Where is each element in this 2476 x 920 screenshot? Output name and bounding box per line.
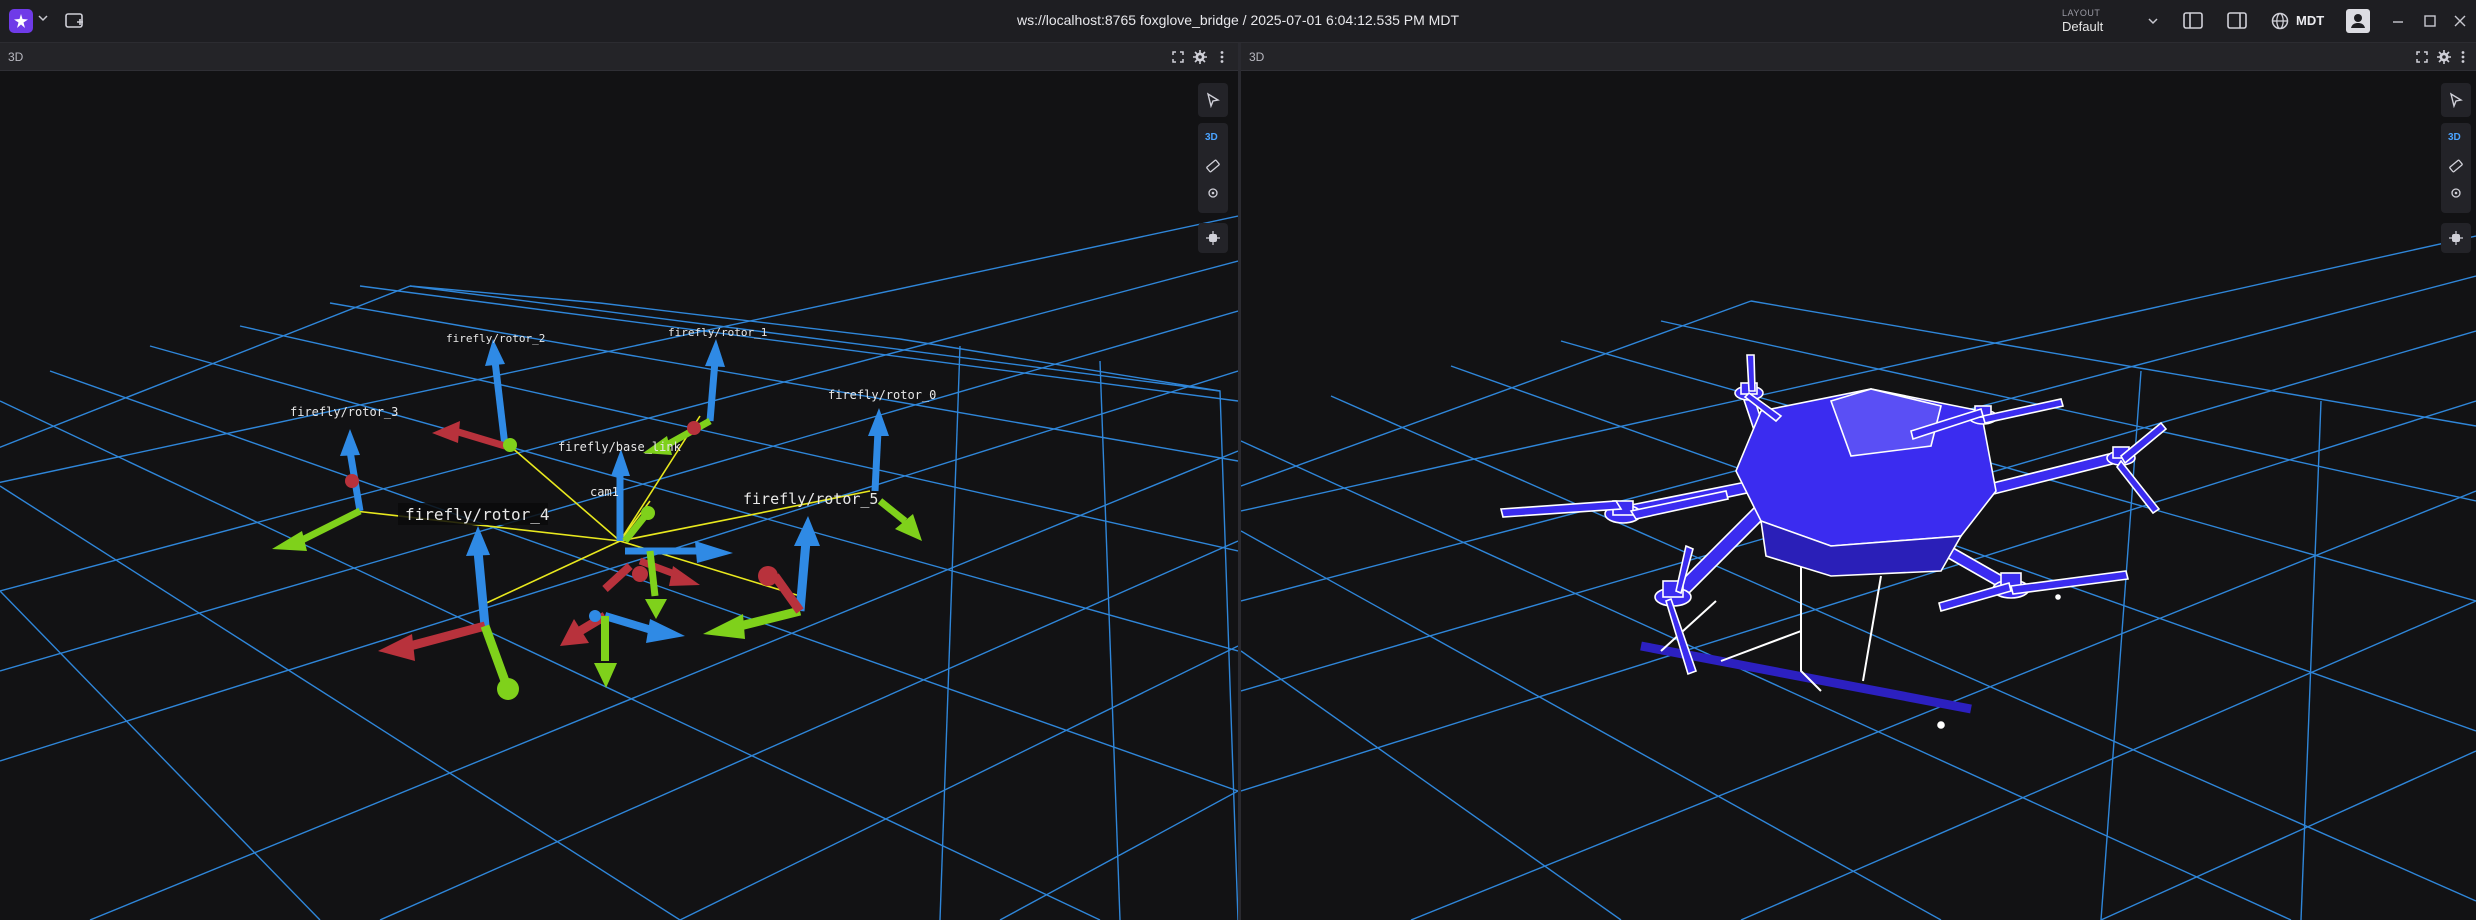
publish-point-icon[interactable]: [2449, 186, 2463, 200]
select-cursor-icon[interactable]: [2448, 92, 2464, 108]
tf-frame-rotor-0[interactable]: [868, 408, 922, 541]
left-sidebar-icon[interactable]: [2182, 10, 2204, 32]
close-icon[interactable]: [2450, 11, 2470, 31]
right-sidebar-icon[interactable]: [2226, 10, 2248, 32]
layout-label: LAYOUT: [2062, 8, 2101, 18]
minimize-icon[interactable]: [2388, 11, 2408, 31]
settings-icon[interactable]: [2436, 49, 2452, 65]
add-panel-icon[interactable]: [64, 10, 86, 32]
ruler-icon[interactable]: [1205, 158, 1221, 174]
user-avatar[interactable]: [2346, 9, 2370, 33]
view-mode-toggle[interactable]: 3D: [2448, 132, 2461, 143]
ground-grid: [1241, 235, 2476, 920]
camera-tools: [2441, 223, 2471, 253]
ruler-icon[interactable]: [2448, 158, 2464, 174]
fullscreen-icon[interactable]: [2414, 49, 2430, 65]
frame-label-rotor-0: firefly/rotor_0: [828, 388, 936, 402]
frame-label-rotor-4: firefly/rotor_4: [405, 505, 550, 524]
tf-frame-cam1[interactable]: [560, 610, 685, 688]
frame-label-cam1: cam1: [590, 485, 619, 499]
tf-frame-rotor-3[interactable]: [272, 429, 364, 551]
layout-chevron-down-icon[interactable]: [2148, 16, 2158, 26]
tf-frame-rotor-1[interactable]: [643, 339, 725, 455]
panel-title[interactable]: 3D: [8, 50, 23, 64]
app-menu-chevron-icon[interactable]: [38, 13, 48, 23]
app-toolbar: ws://localhost:8765 foxglove_bridge / 20…: [0, 0, 2476, 43]
3d-viewport[interactable]: [1241, 71, 2476, 920]
more-icon[interactable]: [2455, 49, 2471, 65]
publish-point-icon[interactable]: [1206, 186, 1220, 200]
frame-label-rotor-2: firefly/rotor_2: [446, 332, 545, 345]
interaction-tools: [2441, 83, 2471, 117]
user-icon: [2351, 14, 2365, 28]
app-logo-icon[interactable]: [9, 9, 33, 33]
tf-frame-rotor-2[interactable]: [432, 339, 517, 452]
view-mode-toggle[interactable]: 3D: [1205, 132, 1218, 143]
camera-tools: [1198, 223, 1228, 253]
panel-header: 3D: [0, 43, 1238, 71]
frame-label-rotor-5: firefly/rotor_5: [743, 490, 878, 508]
panel-title[interactable]: 3D: [1249, 50, 1264, 64]
view-tools: 3D: [1198, 123, 1228, 213]
panel-header: 3D: [1241, 43, 2476, 71]
select-cursor-icon[interactable]: [1205, 92, 1221, 108]
follow-camera-icon[interactable]: [2447, 230, 2465, 246]
follow-camera-icon[interactable]: [1204, 230, 1222, 246]
frame-label-rotor-3: firefly/rotor_3: [290, 405, 398, 419]
fullscreen-icon[interactable]: [1170, 49, 1186, 65]
timezone-button[interactable]: MDT: [2296, 13, 2324, 28]
panel-3d-right: 3D 3D: [1241, 43, 2476, 920]
more-icon[interactable]: [1214, 49, 1230, 65]
3d-viewport[interactable]: firefly/rotor_2 firefly/rotor_1 firefly/…: [0, 71, 1238, 920]
layout-selector[interactable]: Default: [2062, 19, 2103, 34]
globe-icon[interactable]: [2270, 11, 2290, 31]
connection-title[interactable]: ws://localhost:8765 foxglove_bridge / 20…: [1017, 12, 1459, 28]
ground-grid: [0, 215, 1238, 920]
view-tools: 3D: [2441, 123, 2471, 213]
frame-label-base-link: firefly/base_link: [558, 440, 682, 454]
interaction-tools: [1198, 83, 1228, 117]
panel-3d-left: 3D firefly/rotor_2 firefly/rotor_1 firef…: [0, 43, 1238, 920]
settings-icon[interactable]: [1192, 49, 1208, 65]
frame-label-rotor-1: firefly/rotor_1: [668, 326, 767, 339]
maximize-icon[interactable]: [2420, 11, 2440, 31]
